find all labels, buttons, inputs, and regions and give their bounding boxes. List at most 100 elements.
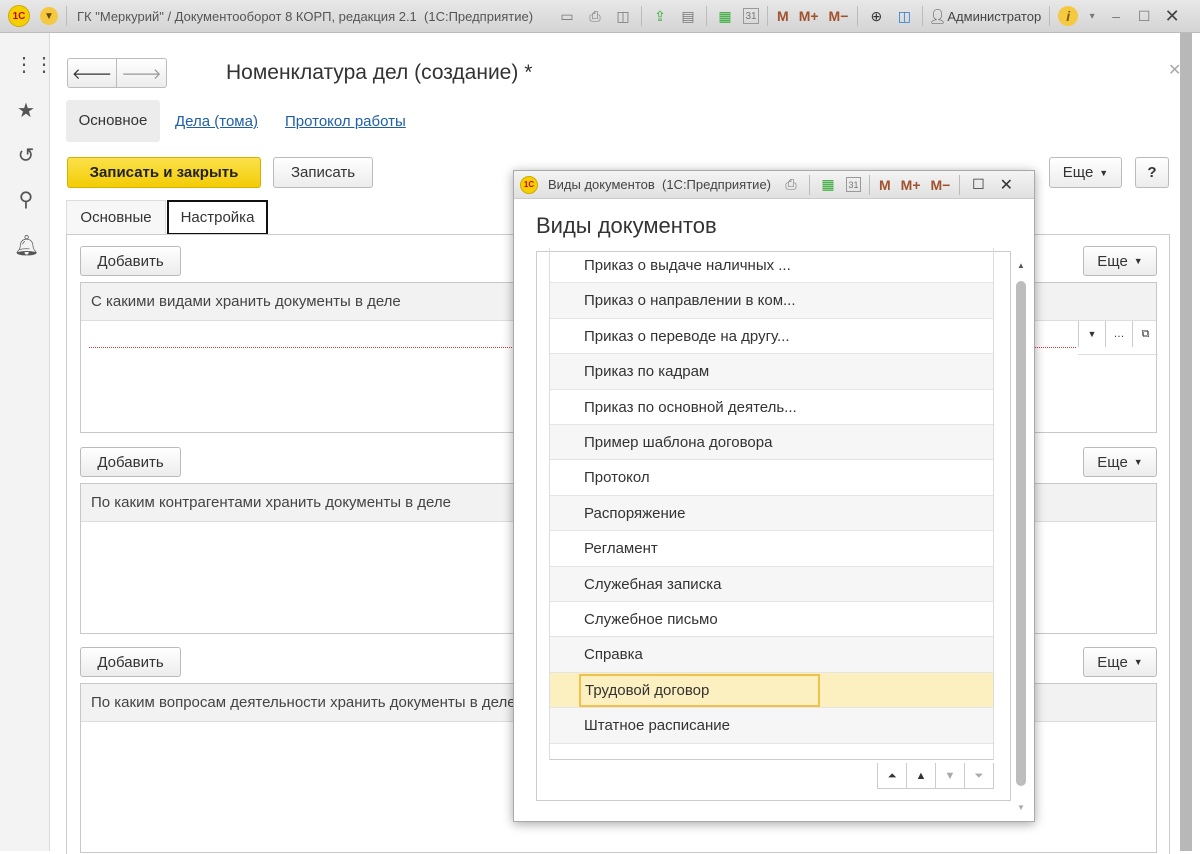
close-form-icon[interactable]: ✕ — [1168, 60, 1181, 80]
more-button[interactable]: Еще ▼ — [1083, 647, 1157, 677]
list-item[interactable]: Регламент — [550, 531, 993, 567]
move-up-icon[interactable]: ▲ — [906, 763, 935, 789]
bell-icon[interactable]: 🔔︎ — [14, 234, 39, 258]
chevron-down-icon: ▼ — [1133, 256, 1143, 266]
list-item[interactable]: Справка — [550, 637, 993, 673]
add-button[interactable]: Добавить — [80, 447, 181, 477]
chevron-down-icon: ▼ — [1099, 167, 1109, 178]
main-menu-icon[interactable]: ▼ — [40, 7, 58, 25]
print-icon[interactable]: ⎙ — [585, 6, 605, 26]
sidebar: ⋮⋮ ★ ↺ ⚲ 🔔︎ — [0, 33, 54, 851]
move-first-icon[interactable]: ⏶ — [877, 763, 906, 789]
cell-controls: ▼ … ⧉ — [1078, 321, 1158, 355]
m-minus-icon[interactable]: M− — [931, 177, 951, 193]
more-label: Еще — [1097, 653, 1128, 671]
more-button[interactable]: Еще ▼ — [1083, 447, 1157, 477]
close-icon[interactable]: ✕ — [996, 175, 1016, 195]
m-plus-icon[interactable]: M+ — [799, 8, 819, 24]
chevron-down-icon: ▼ — [1133, 457, 1143, 467]
m-plus-icon[interactable]: M+ — [901, 177, 921, 193]
list-item[interactable]: Служебное письмо — [550, 602, 993, 638]
tab-cases[interactable]: Дела (тома) — [175, 113, 258, 130]
m-minus-icon[interactable]: M− — [829, 8, 849, 24]
subtab-settings[interactable]: Настройка — [167, 200, 268, 235]
calculator-icon[interactable]: ▦ — [818, 175, 838, 195]
more-label: Еще — [1062, 164, 1094, 181]
app-titlebar: 1С ▼ ГК "Меркурий" / Документооборот 8 К… — [0, 0, 1200, 33]
document-types-dialog: 1С Виды документов (1С:Предприятие) ⎙ ▦ … — [513, 170, 1035, 822]
scroll-down-icon[interactable]: ▼ — [1014, 803, 1028, 812]
search-icon[interactable]: ⚲ — [14, 188, 38, 212]
star-icon[interactable]: ★ — [14, 99, 38, 123]
save-icon[interactable]: ▭ — [557, 6, 577, 26]
user-icon: 👤︎ — [928, 7, 947, 24]
info-icon[interactable]: i — [1058, 6, 1079, 26]
move-last-icon[interactable]: ⏷ — [964, 763, 993, 789]
link-icon[interactable]: ⇪ — [650, 6, 670, 26]
list-nav-toolbar: ⏶ ▲ ▼ ⏷ — [877, 763, 994, 789]
scan-icon[interactable]: ▤ — [678, 6, 698, 26]
list-item[interactable]: Служебная записка — [550, 566, 993, 602]
calendar-icon[interactable]: 31 — [846, 177, 861, 192]
dialog-title: Виды документов (1С:Предприятие) — [548, 177, 771, 192]
dropdown-icon[interactable]: ▼ — [1078, 321, 1105, 347]
panel-icon[interactable]: ◫ — [894, 6, 914, 26]
scroll-up-icon[interactable]: ▲ — [1014, 261, 1028, 270]
zoom-icon[interactable]: ⊕ — [866, 6, 886, 26]
back-button[interactable]: 🡐 — [67, 58, 117, 88]
more-button[interactable]: Еще ▼ — [1083, 246, 1157, 276]
list-item[interactable]: Трудовой договор — [550, 672, 993, 709]
forward-button[interactable]: 🡒 — [116, 58, 167, 88]
calendar-icon[interactable]: 31 — [743, 8, 760, 24]
dialog-heading: Виды документов — [536, 213, 717, 238]
list-item[interactable]: Приказ по кадрам — [550, 354, 993, 390]
add-button[interactable]: Добавить — [80, 246, 181, 276]
list-item[interactable]: Штатное расписание — [550, 708, 993, 744]
save-and-close-button[interactable]: Записать и закрыть — [67, 157, 261, 188]
add-button[interactable]: Добавить — [80, 647, 181, 677]
subtab-general[interactable]: Основные — [66, 200, 166, 234]
1c-logo-icon: 1С — [520, 175, 538, 194]
m-icon[interactable]: M — [879, 177, 891, 193]
apps-grid-icon[interactable]: ⋮⋮ — [14, 53, 54, 77]
calculator-icon[interactable]: ▦ — [715, 6, 735, 26]
list-item[interactable]: Приказ о выдаче наличных ... — [550, 248, 993, 284]
print-icon[interactable]: ⎙ — [781, 175, 801, 195]
chevron-down-icon[interactable]: ▾ — [1082, 6, 1102, 26]
list-item[interactable]: Протокол — [550, 460, 993, 496]
m-icon[interactable]: M — [777, 8, 789, 24]
open-icon[interactable]: ⧉ — [1132, 321, 1158, 347]
tab-protocol[interactable]: Протокол работы — [285, 113, 406, 130]
dialog-scrollbar[interactable]: ▲ ▼ — [1014, 261, 1028, 816]
selected-cell[interactable]: Трудовой договор — [579, 673, 820, 707]
save-button[interactable]: Записать — [273, 157, 373, 188]
list-frame: Приказ о выдаче наличных ... Приказ о нап… — [536, 248, 1011, 801]
page-title: Номенклатура дел (создание) * — [226, 61, 533, 84]
history-icon[interactable]: ↺ — [14, 144, 38, 168]
maximize-icon[interactable]: ☐ — [1134, 6, 1154, 26]
more-label: Еще — [1097, 453, 1128, 471]
tab-main[interactable]: Основное — [66, 100, 160, 142]
dialog-titlebar: 1С Виды документов (1С:Предприятие) ⎙ ▦ … — [514, 171, 1034, 199]
close-icon[interactable]: ✕ — [1162, 6, 1182, 26]
move-down-icon[interactable]: ▼ — [935, 763, 964, 789]
user-name[interactable]: Администратор — [947, 9, 1041, 24]
list-item[interactable]: Приказ о переводе на другу... — [550, 319, 993, 355]
app-title: ГК "Меркурий" / Документооборот 8 КОРП, … — [77, 8, 534, 24]
preview-icon[interactable]: ◫ — [613, 6, 633, 26]
scrollbar-thumb[interactable] — [1016, 281, 1026, 786]
1c-logo-icon: 1С — [8, 5, 30, 27]
list-item[interactable]: Приказ по основной деятель... — [550, 390, 993, 425]
window-scrollbar[interactable] — [1180, 33, 1192, 851]
list-item[interactable]: Приказ о направлении в ком... — [550, 283, 993, 319]
chevron-down-icon: ▼ — [1133, 657, 1143, 667]
list-item[interactable]: Пример шаблона договора — [550, 425, 993, 461]
more-button[interactable]: Еще ▼ — [1049, 157, 1122, 188]
select-icon[interactable]: … — [1105, 321, 1132, 347]
maximize-icon[interactable]: ☐ — [968, 175, 988, 195]
help-button[interactable]: ? — [1135, 157, 1169, 188]
more-label: Еще — [1097, 252, 1128, 270]
minimize-icon[interactable]: – — [1106, 6, 1126, 26]
document-types-list: Приказ о выдаче наличных ... Приказ о нап… — [549, 248, 994, 760]
list-item[interactable]: Распоряжение — [550, 495, 993, 532]
